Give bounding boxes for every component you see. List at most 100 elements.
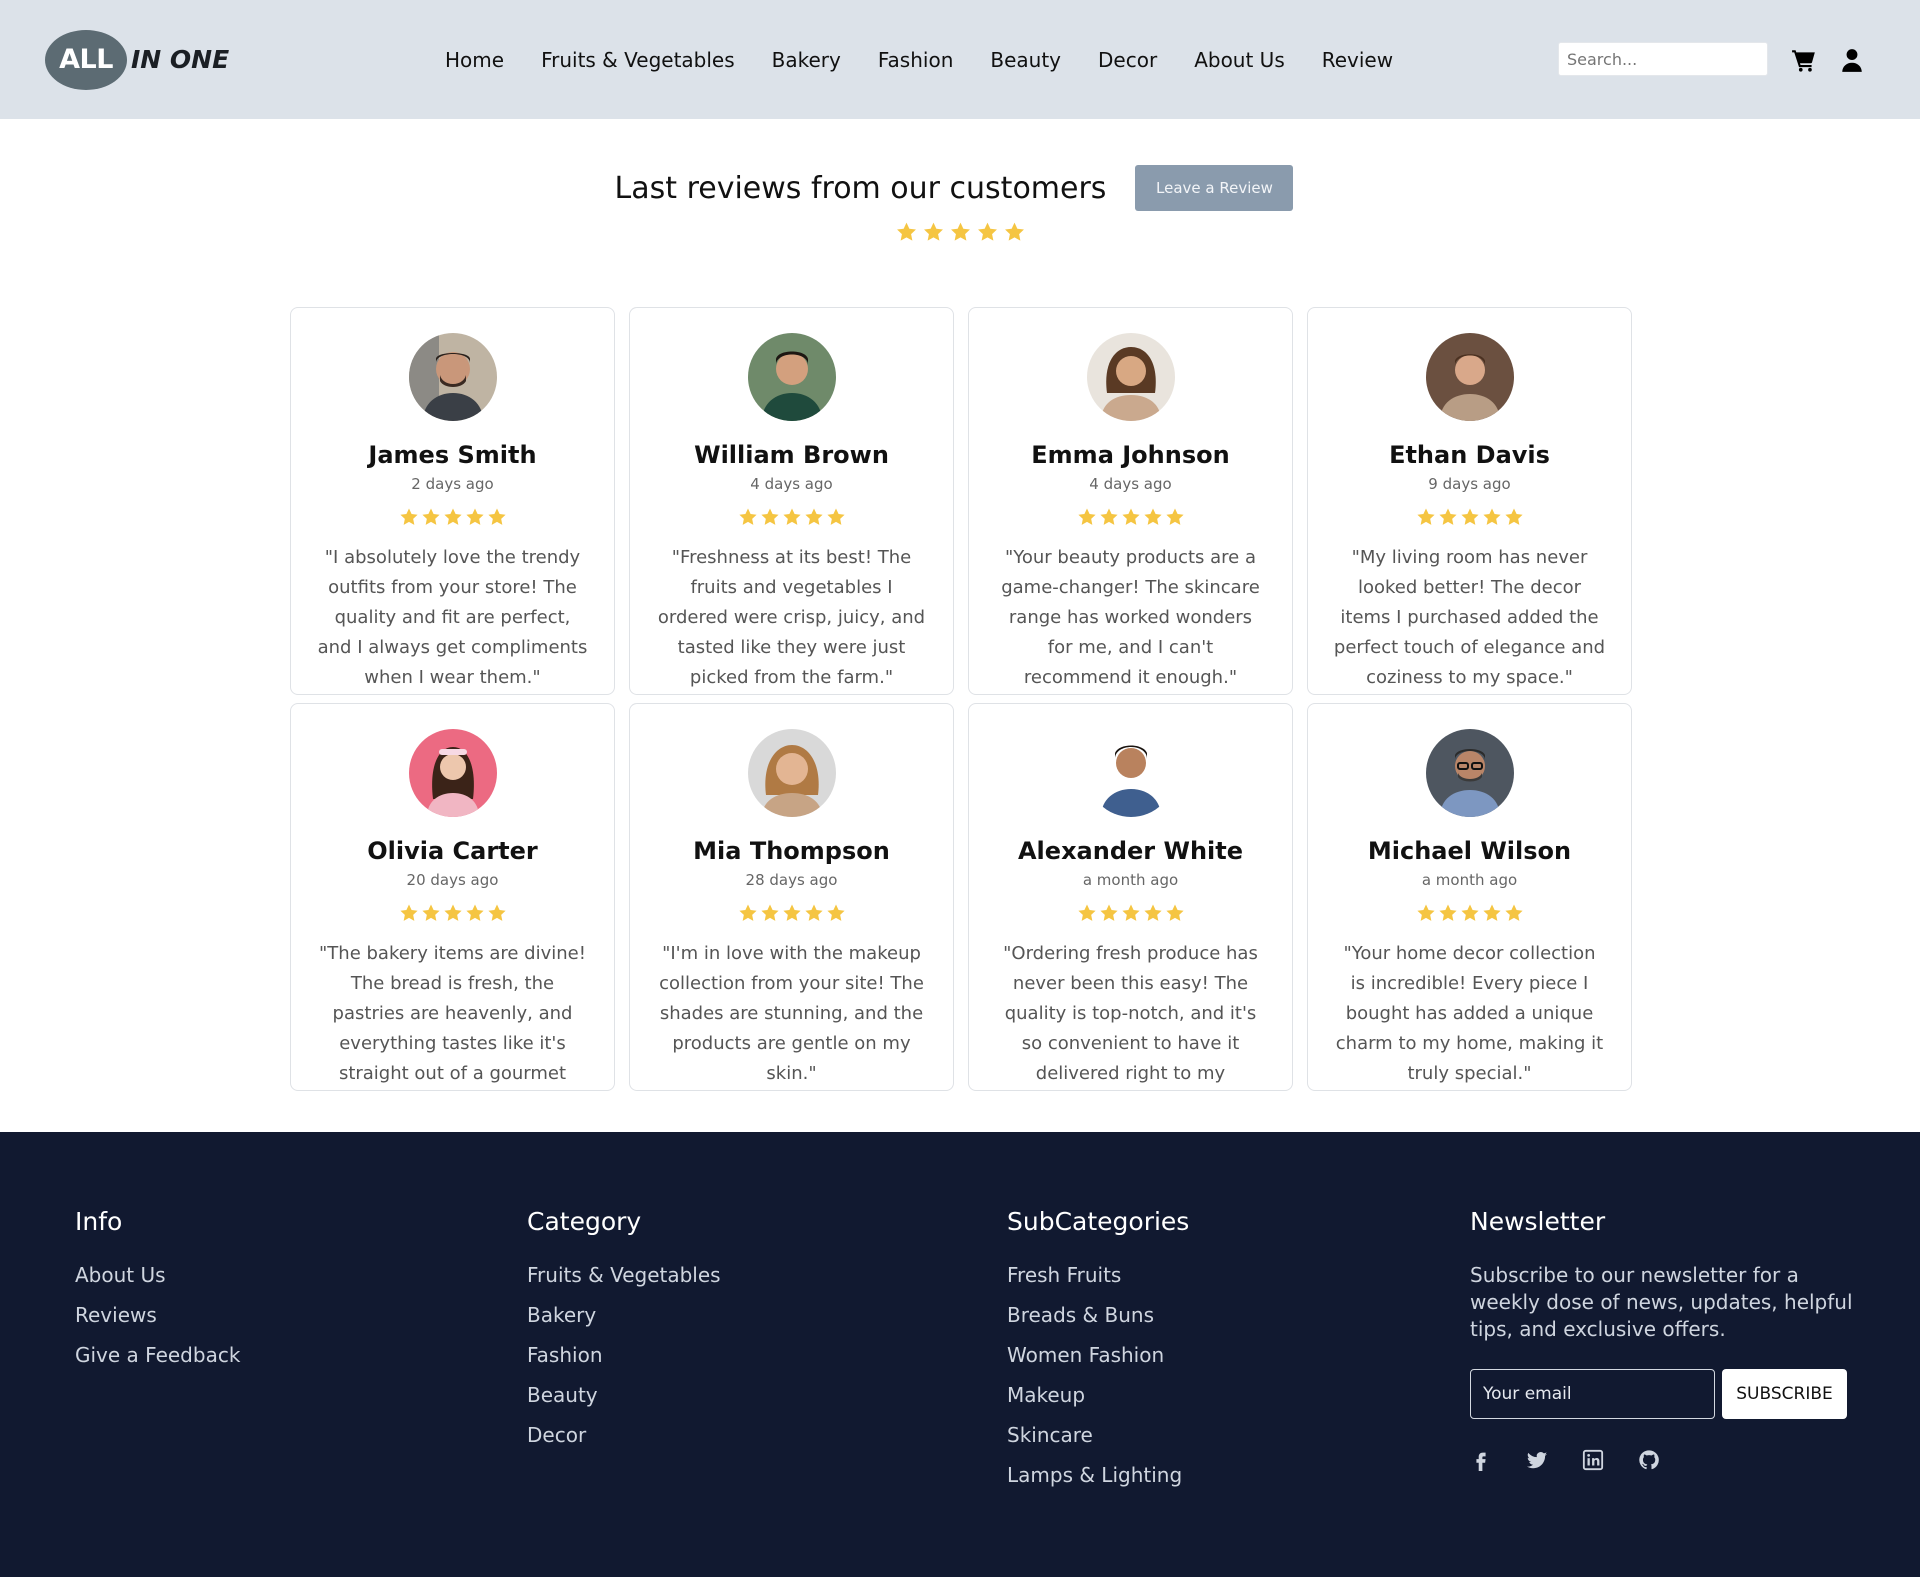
review-grid: James Smith 2 days ago "I absolutely lov… bbox=[290, 307, 1632, 1091]
page-title: Last reviews from our customers bbox=[614, 170, 1107, 206]
linkedin-icon[interactable] bbox=[1582, 1449, 1604, 1471]
star-icon bbox=[1165, 507, 1185, 527]
avatar bbox=[1086, 729, 1175, 817]
leave-review-button[interactable]: Leave a Review bbox=[1135, 165, 1294, 211]
review-time: 28 days ago bbox=[745, 871, 838, 889]
reviewer-name: Olivia Carter bbox=[367, 837, 538, 865]
cart-icon[interactable] bbox=[1791, 47, 1817, 73]
footer-subcategories-title: SubCategories bbox=[1007, 1207, 1190, 1236]
star-icon bbox=[804, 903, 824, 923]
star-icon bbox=[1460, 507, 1480, 527]
review-card: Olivia Carter 20 days ago "The bakery it… bbox=[290, 703, 615, 1091]
nav-beauty[interactable]: Beauty bbox=[990, 48, 1061, 72]
star-icon bbox=[1143, 903, 1163, 923]
review-time: 4 days ago bbox=[750, 475, 833, 493]
star-icon bbox=[826, 507, 846, 527]
star-icon bbox=[1165, 903, 1185, 923]
star-icon bbox=[782, 903, 802, 923]
email-field[interactable] bbox=[1470, 1369, 1715, 1419]
star-icon bbox=[487, 903, 507, 923]
star-icon bbox=[782, 507, 802, 527]
footer-link-skincare[interactable]: Skincare bbox=[1007, 1423, 1189, 1447]
avatar bbox=[408, 333, 497, 421]
review-text: "Your beauty products are a game-changer… bbox=[1001, 547, 1260, 688]
social-links bbox=[1470, 1449, 1860, 1471]
star-icon bbox=[1143, 507, 1163, 527]
review-text: "I'm in love with the makeup collection … bbox=[659, 943, 924, 1084]
nav-home[interactable]: Home bbox=[445, 48, 504, 72]
star-rating bbox=[630, 903, 953, 927]
star-icon bbox=[949, 221, 972, 243]
star-icon bbox=[399, 507, 419, 527]
footer-link-breads-buns[interactable]: Breads & Buns bbox=[1007, 1303, 1189, 1327]
logo[interactable]: ALL IN ONE bbox=[45, 29, 235, 90]
nav-bakery[interactable]: Bakery bbox=[772, 48, 841, 72]
star-icon bbox=[895, 221, 918, 243]
footer-link-fashion[interactable]: Fashion bbox=[527, 1343, 721, 1367]
review-card: Mia Thompson 28 days ago "I'm in love wi… bbox=[629, 703, 954, 1091]
footer-link-fruits-vegetables[interactable]: Fruits & Vegetables bbox=[527, 1263, 721, 1287]
star-icon bbox=[760, 903, 780, 923]
star-icon bbox=[1438, 507, 1458, 527]
star-icon bbox=[443, 507, 463, 527]
star-icon bbox=[826, 903, 846, 923]
footer-info-title: Info bbox=[75, 1207, 123, 1236]
reviews-header: Last reviews from our customers Leave a … bbox=[0, 165, 1920, 211]
star-icon bbox=[443, 903, 463, 923]
subscribe-button[interactable]: SUBSCRIBE bbox=[1722, 1369, 1847, 1419]
footer-link-women-fashion[interactable]: Women Fashion bbox=[1007, 1343, 1189, 1367]
review-time: 4 days ago bbox=[1089, 475, 1172, 493]
star-icon bbox=[804, 507, 824, 527]
star-rating bbox=[969, 507, 1292, 531]
reviewer-name: Ethan Davis bbox=[1389, 441, 1550, 469]
footer-link-bakery[interactable]: Bakery bbox=[527, 1303, 721, 1327]
star-icon bbox=[1003, 221, 1026, 243]
footer-link-feedback[interactable]: Give a Feedback bbox=[75, 1343, 240, 1367]
reviewer-name: Michael Wilson bbox=[1367, 837, 1572, 865]
avatar bbox=[1086, 333, 1175, 421]
avatar bbox=[1425, 729, 1514, 817]
footer-link-fresh-fruits[interactable]: Fresh Fruits bbox=[1007, 1263, 1189, 1287]
footer-link-reviews[interactable]: Reviews bbox=[75, 1303, 240, 1327]
star-rating bbox=[1308, 507, 1631, 531]
facebook-icon[interactable] bbox=[1470, 1449, 1492, 1471]
footer-link-beauty[interactable]: Beauty bbox=[527, 1383, 721, 1407]
newsletter-form: SUBSCRIBE bbox=[1470, 1369, 1860, 1419]
star-icon bbox=[465, 507, 485, 527]
nav-review[interactable]: Review bbox=[1322, 48, 1393, 72]
review-text: "The bakery items are divine! The bread … bbox=[319, 943, 586, 1084]
footer-newsletter: Newsletter Subscribe to our newsletter f… bbox=[1470, 1207, 1860, 1471]
star-rating bbox=[969, 903, 1292, 927]
nav-about-us[interactable]: About Us bbox=[1194, 48, 1285, 72]
star-icon bbox=[487, 507, 507, 527]
review-time: 9 days ago bbox=[1428, 475, 1511, 493]
star-icon bbox=[1121, 507, 1141, 527]
main-nav: Home Fruits & Vegetables Bakery Fashion … bbox=[445, 0, 1430, 119]
nav-decor[interactable]: Decor bbox=[1098, 48, 1157, 72]
github-icon[interactable] bbox=[1638, 1449, 1660, 1471]
search-input[interactable] bbox=[1558, 42, 1768, 76]
review-text: "Ordering fresh produce has never been t… bbox=[1003, 943, 1258, 1084]
nav-fashion[interactable]: Fashion bbox=[878, 48, 954, 72]
reviewer-name: Emma Johnson bbox=[1031, 441, 1230, 469]
reviewer-name: Alexander White bbox=[1017, 837, 1244, 865]
review-text: "Freshness at its best! The fruits and v… bbox=[657, 547, 926, 688]
reviewer-name: James Smith bbox=[368, 441, 537, 469]
footer-subcategories: SubCategories Fresh Fruits Breads & Buns… bbox=[1007, 1207, 1189, 1503]
footer-link-about-us[interactable]: About Us bbox=[75, 1263, 240, 1287]
avatar bbox=[408, 729, 497, 817]
star-icon bbox=[976, 221, 999, 243]
review-card: William Brown 4 days ago "Freshness at i… bbox=[629, 307, 954, 695]
twitter-icon[interactable] bbox=[1526, 1449, 1548, 1471]
star-rating bbox=[630, 507, 953, 531]
user-icon[interactable] bbox=[1839, 47, 1865, 73]
footer-link-lamps-lighting[interactable]: Lamps & Lighting bbox=[1007, 1463, 1189, 1487]
star-icon bbox=[1416, 903, 1436, 923]
footer-link-decor[interactable]: Decor bbox=[527, 1423, 721, 1447]
footer-info: Info About Us Reviews Give a Feedback bbox=[75, 1207, 240, 1383]
star-icon bbox=[1077, 903, 1097, 923]
footer-link-makeup[interactable]: Makeup bbox=[1007, 1383, 1189, 1407]
nav-fruits-vegetables[interactable]: Fruits & Vegetables bbox=[541, 48, 735, 72]
review-time: a month ago bbox=[1421, 871, 1518, 889]
star-icon bbox=[465, 903, 485, 923]
